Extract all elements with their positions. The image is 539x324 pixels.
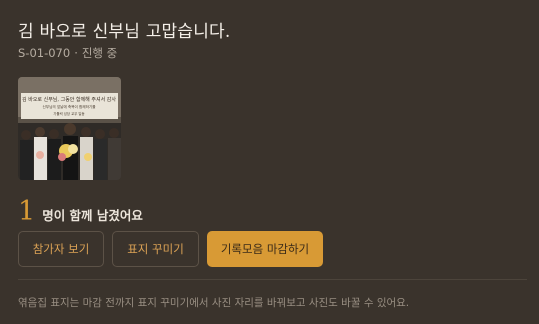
close-collection-button[interactable]: 기록모음 마감하기 bbox=[207, 231, 323, 267]
cover-notice-text: 엮음집 표지는 마감 전까지 표지 꾸미기에서 사진 자리를 바꿔보고 사진도 … bbox=[18, 297, 410, 309]
ceremony-photo-image: 김 바오로 신부님, 그동안 함께해 주셔서 감사 신부님의 앞날에 축복이 함… bbox=[18, 77, 121, 180]
banner-line-1: 김 바오로 신부님, 그동안 함께해 주셔서 감사 bbox=[22, 96, 116, 103]
collection-code: S-01-070 bbox=[18, 46, 71, 60]
collection-meta: S-01-070 · 진행 중 bbox=[18, 45, 117, 61]
divider bbox=[18, 279, 527, 280]
banner-line-3: 가톨릭 성당 교우 일동 bbox=[53, 111, 84, 116]
banner-line-2: 신부님의 앞날에 축복이 함께하기를 bbox=[42, 104, 96, 109]
decorate-cover-button[interactable]: 표지 꾸미기 bbox=[112, 231, 199, 267]
meta-separator: · bbox=[74, 46, 78, 60]
participant-count-label: 명이 함께 남겼어요 bbox=[42, 208, 143, 223]
page-title: 김 바오로 신부님 고맙습니다. bbox=[18, 22, 231, 42]
participant-count: 1 bbox=[18, 196, 36, 227]
cover-photo[interactable]: 김 바오로 신부님, 그동안 함께해 주셔서 감사 신부님의 앞날에 축복이 함… bbox=[18, 77, 121, 180]
participant-count-row: 1 명이 함께 남겼어요 bbox=[18, 198, 143, 225]
status-text: 진행 중 bbox=[81, 46, 118, 60]
view-participants-button[interactable]: 참가자 보기 bbox=[18, 231, 104, 267]
